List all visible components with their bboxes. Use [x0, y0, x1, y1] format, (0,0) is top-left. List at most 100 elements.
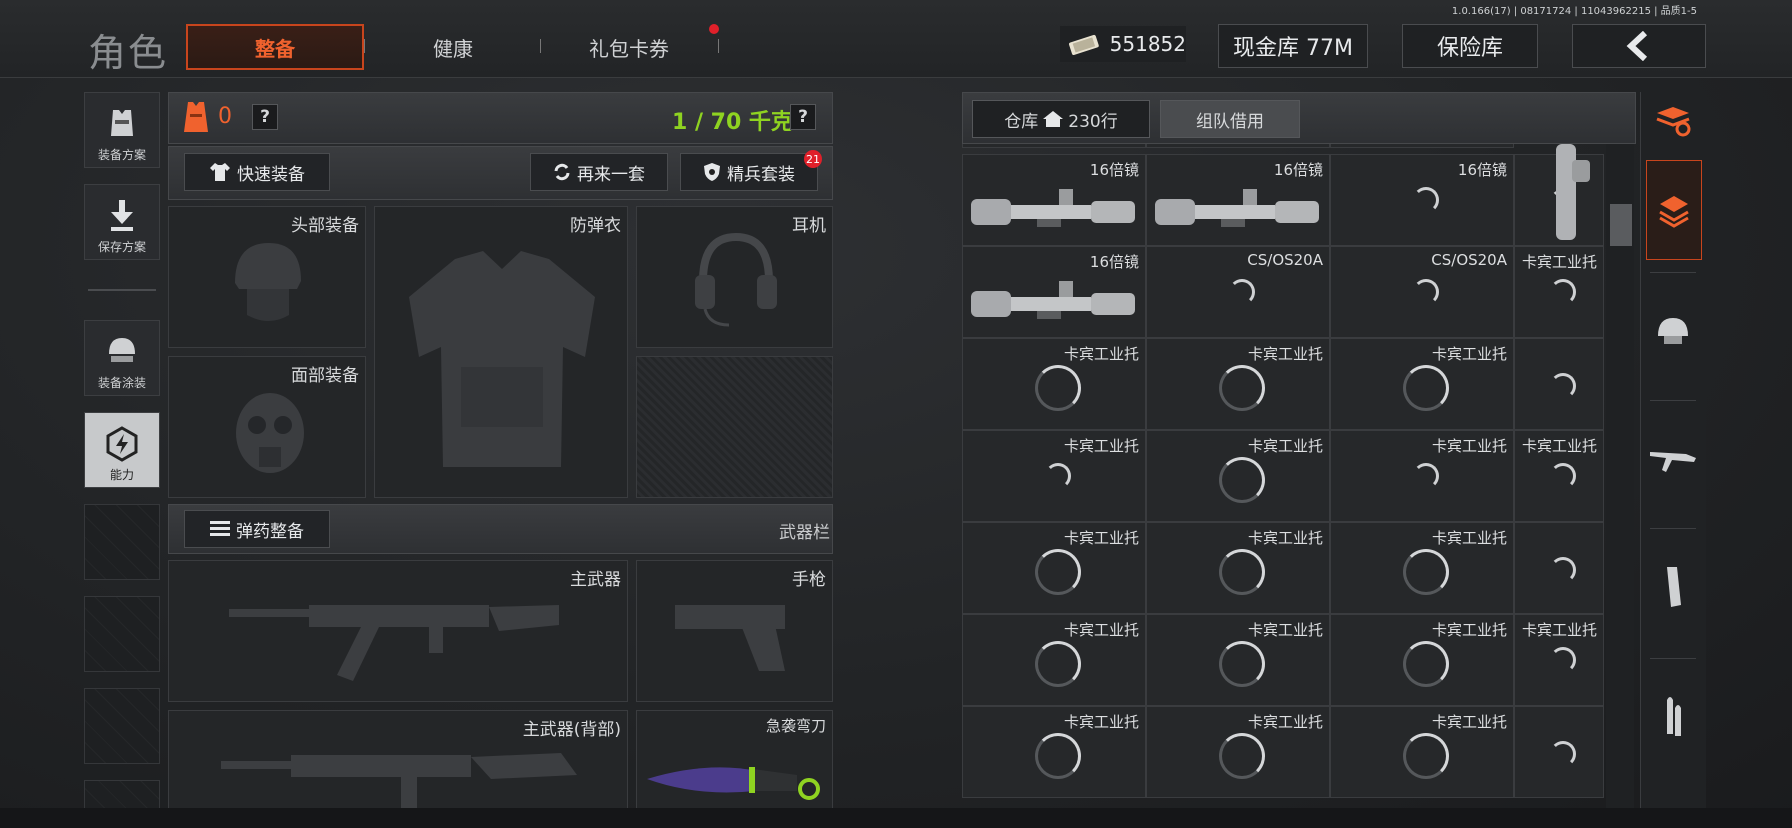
tab-gift-coupons[interactable]: 礼包卡券	[556, 24, 702, 70]
loading-spinner-icon	[1403, 733, 1449, 779]
empty-plan-slot[interactable]	[84, 504, 160, 580]
item-label: 卡宾工业托	[1247, 437, 1323, 455]
repeat-loadout-button[interactable]: 再来一套	[530, 153, 668, 191]
home-icon	[1043, 111, 1064, 127]
download-icon	[111, 200, 133, 231]
karambit-knife-icon	[647, 767, 820, 800]
grid-cell[interactable]: 卡宾工业托	[962, 522, 1146, 614]
grid-cell[interactable]: 16倍镜	[1146, 154, 1330, 246]
grid-cell[interactable]	[962, 144, 1146, 148]
grid-cell[interactable]: 卡宾工业托	[1330, 706, 1514, 798]
armor-vest-icon	[184, 102, 208, 132]
grid-cell[interactable]: 卡宾工业托	[1330, 430, 1514, 522]
sidebar-item-equip-plan[interactable]: 装备方案	[84, 92, 160, 168]
loading-spinner-icon	[1550, 373, 1576, 399]
vest-plan-icon	[111, 110, 133, 136]
item-label: 卡宾工业托	[1247, 621, 1323, 639]
loading-spinner-icon	[1403, 365, 1449, 411]
head-gear-slot[interactable]: 头部装备	[168, 206, 366, 348]
elite-kit-button[interactable]: 精兵套装	[680, 153, 818, 191]
category-ammo[interactable]	[1646, 668, 1700, 766]
grid-cell[interactable]	[1146, 144, 1330, 148]
shield-icon	[704, 163, 720, 181]
grid-cell[interactable]: 16倍镜	[962, 246, 1146, 338]
tab-team-borrow[interactable]: 组队借用	[1160, 100, 1300, 138]
item-label: 卡宾工业托	[1063, 529, 1139, 547]
loading-spinner-icon	[1550, 463, 1576, 489]
grid-cell[interactable]: 卡宾工业托	[962, 430, 1146, 522]
grid-cell[interactable]: 卡宾工业托	[1146, 430, 1330, 522]
headset-slot[interactable]: 耳机	[636, 206, 833, 348]
melee-slot[interactable]: 急袭弯刀	[636, 710, 833, 810]
item-label: 16倍镜	[1457, 161, 1507, 179]
empty-plan-slot[interactable]	[84, 596, 160, 672]
item-label: 卡宾工业托	[1521, 437, 1597, 455]
grid-cell[interactable]: 卡宾工业托	[1514, 246, 1604, 338]
item-label: 卡宾工业托	[1521, 253, 1597, 271]
grid-cell[interactable]: 卡宾工业托	[1330, 614, 1514, 706]
back-button[interactable]	[1572, 24, 1706, 68]
item-label: 卡宾工业托	[1247, 713, 1323, 731]
category-weapons[interactable]	[1646, 410, 1700, 508]
cash-vault-button[interactable]: 现金库 77M	[1218, 24, 1368, 68]
body-armor-slot[interactable]: 防弹衣	[374, 206, 628, 498]
grid-cell[interactable]	[1514, 706, 1604, 798]
loading-spinner-icon	[1219, 733, 1265, 779]
sidebar-item-equip-paint[interactable]: 装备涂装	[84, 320, 160, 396]
helmet-icon	[1658, 318, 1688, 344]
empty-plan-slot[interactable]	[84, 688, 160, 764]
item-label: 卡宾工业托	[1247, 529, 1323, 547]
grid-cell[interactable]: 卡宾工业托	[1330, 338, 1514, 430]
grid-cell[interactable]: 卡宾工业托	[1514, 614, 1604, 706]
quick-equip-button[interactable]: 快速装备	[184, 153, 330, 191]
grid-cell[interactable]: 16倍镜	[962, 154, 1146, 246]
ammo-list-icon	[210, 521, 230, 536]
tab-health[interactable]: 健康	[380, 24, 526, 70]
grid-cell[interactable]	[1514, 522, 1604, 614]
grid-cell[interactable]: CS/OS20A	[1146, 246, 1330, 338]
sidebar-item-ability[interactable]: 能力	[84, 412, 160, 488]
headset-icon	[695, 232, 777, 327]
item-label: 卡宾工业托	[1431, 621, 1507, 639]
grid-cell[interactable]: CS/OS20A	[1330, 246, 1514, 338]
item-label: 卡宾工业托	[1063, 621, 1139, 639]
grid-cell[interactable]: 卡宾工业托	[1146, 522, 1330, 614]
sidebar-item-label: 保存方案	[97, 240, 146, 254]
category-all[interactable]	[1646, 160, 1702, 260]
tab-separator	[718, 39, 719, 53]
tab-equip[interactable]: 整备	[186, 24, 364, 70]
grid-cell[interactable]: 卡宾工业托	[962, 614, 1146, 706]
category-armor[interactable]	[1646, 282, 1700, 380]
face-gear-slot[interactable]: 面部装备	[168, 356, 366, 498]
loading-spinner-icon	[1229, 279, 1255, 305]
safe-button[interactable]: 保险库	[1402, 24, 1538, 68]
locked-slot	[636, 356, 833, 498]
item-label: 卡宾工业托	[1063, 437, 1139, 455]
category-refresh-button[interactable]	[1646, 92, 1700, 148]
grid-cell[interactable]: 卡宾工业托	[1330, 522, 1514, 614]
sidebar-item-save-plan[interactable]: 保存方案	[84, 184, 160, 260]
grid-cell[interactable]: 卡宾工业托	[1146, 706, 1330, 798]
grid-cell[interactable]: 卡宾工业托	[1146, 614, 1330, 706]
weight-value: 1 / 70 千克	[672, 110, 793, 135]
category-magazines[interactable]	[1646, 538, 1700, 636]
scope-icon	[971, 189, 1135, 227]
grid-cell[interactable]	[1514, 338, 1604, 430]
loading-spinner-icon	[1550, 741, 1576, 767]
grid-cell[interactable]: 卡宾工业托	[962, 338, 1146, 430]
scrollbar-thumb[interactable]	[1610, 204, 1632, 246]
grid-cell[interactable]: 卡宾工业托	[1146, 338, 1330, 430]
empty-plan-slot[interactable]	[84, 780, 160, 810]
ammo-equip-button[interactable]: 弹药整备	[184, 510, 330, 548]
grid-cell[interactable]: 卡宾工业托	[1514, 430, 1604, 522]
pistol-slot[interactable]: 手枪	[636, 560, 833, 702]
help-icon[interactable]: ?	[790, 104, 816, 130]
loading-spinner-icon	[1550, 557, 1576, 583]
primary-weapon-back-slot[interactable]: 主武器(背部)	[168, 710, 628, 811]
grid-cell[interactable]	[1330, 144, 1514, 148]
grid-cell[interactable]: 卡宾工业托	[962, 706, 1146, 798]
tab-warehouse[interactable]: 仓库 230行	[972, 100, 1150, 138]
primary-weapon-slot[interactable]: 主武器	[168, 560, 628, 702]
help-icon[interactable]: ?	[252, 104, 278, 130]
grid-cell[interactable]: 16倍镜	[1330, 154, 1514, 246]
